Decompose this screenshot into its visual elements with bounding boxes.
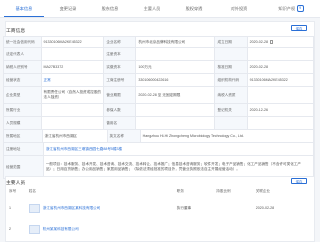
member-related: 2020-02-28 — [255, 206, 275, 210]
tab-underline — [4, 15, 44, 17]
member-role — [177, 222, 216, 236]
info-label: 所属行业 — [4, 104, 42, 116]
info-label: 纳税人识别号 — [4, 61, 42, 73]
tab-label: 知识产权 — [278, 6, 296, 11]
info-row: 企业类型 有限责任公司（自然人投资或控股的法人独资） 营业期限 2020-02-… — [4, 87, 314, 104]
info-label: 人员规模 — [4, 117, 42, 129]
registration-authority: 2020-12-26 — [249, 107, 268, 112]
info-label: 法定代表人 — [4, 48, 42, 60]
info-row: 纳税人识别号 MA27B3372 实缴资本 100万元 核准日期 2020-02… — [4, 61, 314, 74]
section-title-members: 主要人员 — [6, 181, 26, 186]
tab-label: 基本信息 — [15, 6, 33, 11]
info-row: 人员规模 曾用名 — [4, 117, 314, 130]
info-label: 登记机关 — [215, 104, 248, 116]
info-label: 注册地址 — [4, 143, 44, 155]
info-label: 企业名称 — [104, 37, 137, 47]
tab-equity[interactable]: 股权穿透 — [174, 0, 214, 17]
info-label: 统一社会信用代码 — [4, 37, 42, 47]
column-header: 序号 — [9, 189, 17, 193]
tab-label: 对外投资 — [230, 6, 248, 11]
info-label: 组织机构代码 — [215, 74, 248, 86]
credit-code: 91330106MA2KE45322 — [43, 39, 82, 44]
info-label: 所属地区 — [4, 130, 43, 142]
info-label: 工商注册号 — [104, 74, 137, 86]
table-row: 2 杭州某某科技有限公司 — [5, 222, 313, 236]
info-label: 实缴资本 — [104, 61, 137, 73]
save-button[interactable]: 保存 — [291, 178, 307, 184]
company-logo-icon — [28, 203, 40, 213]
member-name-link[interactable]: 杭州某某科技有限公司 — [43, 227, 79, 232]
established-date: 2020-02-28 — [249, 39, 268, 44]
registration-number: 330106000422616 — [138, 77, 169, 82]
tab-label: 股权穿透 — [185, 6, 203, 11]
tab-investments[interactable]: 对外投资 — [216, 0, 262, 17]
info-row: 统一社会信用代码 91330106MA2KE45322 企业名称 杭州市北京品牌… — [4, 37, 314, 48]
info-label: 英文名称 — [107, 130, 141, 142]
qr-code-icon[interactable] — [269, 40, 274, 44]
info-label: 核准日期 — [215, 61, 248, 73]
tab-change-records[interactable]: 变更记录 — [48, 0, 88, 17]
tab-key-personnel[interactable]: 主要人员 — [132, 0, 172, 17]
table-row: 1 浙江省杭州市西湖区某科技有限公司 执行董事 2020-02-28 — [5, 201, 313, 215]
company-type: 有限责任公司（自然人投资或控股的法人独资） — [43, 90, 102, 99]
section-title-business: 工商信息 — [6, 29, 26, 34]
members-table-header: 序号 姓名 职务 持股比例 关联企业 — [5, 188, 313, 195]
info-label: 营业期限 — [104, 87, 137, 103]
company-logo-icon — [28, 224, 40, 234]
column-header: 姓名 — [28, 189, 36, 193]
tab-label: 变更记录 — [59, 6, 77, 11]
business-info-table: 统一社会信用代码 91330106MA2KE45322 企业名称 杭州市北京品牌… — [3, 36, 314, 179]
approval-date: 2020-02-28 — [249, 64, 268, 69]
column-header: 职务 — [176, 189, 184, 193]
row-index: 2 — [9, 227, 11, 231]
business-scope: 一般项目：技术服务、技术开发、技术咨询、技术交流、技术转让、技术推广；信息技术咨… — [45, 162, 301, 171]
info-label: 曾用名 — [104, 117, 137, 129]
column-header: 关联企业 — [255, 189, 271, 193]
member-related — [256, 222, 313, 236]
info-label: 经营范围 — [4, 156, 44, 178]
tab-bar: 基本信息 变更记录 股东信息 主要人员 股权穿透 对外投资 知识产权 9 — [0, 0, 320, 18]
info-label: 参保人数 — [104, 104, 137, 116]
tab-badge: 9 — [296, 5, 304, 13]
member-name-link[interactable]: 浙江省杭州市西湖区某科技有限公司 — [43, 206, 101, 211]
info-label: 成立日期 — [215, 37, 248, 47]
tab-shareholders[interactable]: 股东信息 — [90, 0, 130, 17]
company-name: 杭州市北京品牌科技有限公司 — [138, 39, 186, 44]
tab-label: 主要人员 — [143, 6, 161, 11]
tab-label: 股东信息 — [101, 6, 119, 11]
info-row: 经营状态 正常 工商注册号 330106000422616 组织机构代码 913… — [4, 74, 314, 87]
tab-ip[interactable]: 知识产权 9 — [264, 0, 318, 17]
taxpayer-id: MA27B3372 — [43, 64, 64, 69]
info-label — [215, 48, 248, 60]
english-name: Hangzhou Hi-Hi Zhongcheng Microbiology T… — [142, 133, 244, 138]
info-label: 纳税人资质 — [215, 87, 248, 103]
region: 浙江省杭州市西湖区 — [44, 133, 78, 138]
info-label: 企业类型 — [4, 87, 42, 103]
registered-address[interactable]: 浙江省杭州市西湖区三墩镇西园七路88号5幢3楼 — [46, 147, 122, 152]
member-role: 执行董事 — [176, 205, 192, 210]
save-button[interactable]: 保存 — [291, 25, 307, 31]
info-row: 所属行业 参保人数 登记机关 2020-12-26 — [4, 104, 314, 117]
member-ratio — [216, 201, 255, 215]
business-term: 2020-02-28 至 无固定期限 — [138, 92, 181, 97]
member-ratio — [216, 222, 255, 236]
info-row: 所属地区 浙江省杭州市西湖区 英文名称 Hangzhou Hi-Hi Zhong… — [4, 130, 314, 143]
info-label: 经营状态 — [4, 74, 42, 86]
row-index: 1 — [9, 206, 11, 210]
paid-capital: 100万元 — [138, 64, 152, 69]
column-header: 持股比例 — [216, 189, 231, 193]
info-label — [215, 117, 248, 129]
info-row: 法定代表人 注册资本 — [4, 48, 314, 61]
info-label: 注册资本 — [104, 48, 137, 60]
org-code: 91330106MA2KE45322 — [249, 77, 288, 82]
tab-basic-info[interactable]: 基本信息 — [2, 0, 46, 17]
business-status: 正常 — [43, 77, 51, 82]
info-row: 注册地址 浙江省杭州市西湖区三墩镇西园七路88号5幢3楼 — [4, 143, 314, 156]
